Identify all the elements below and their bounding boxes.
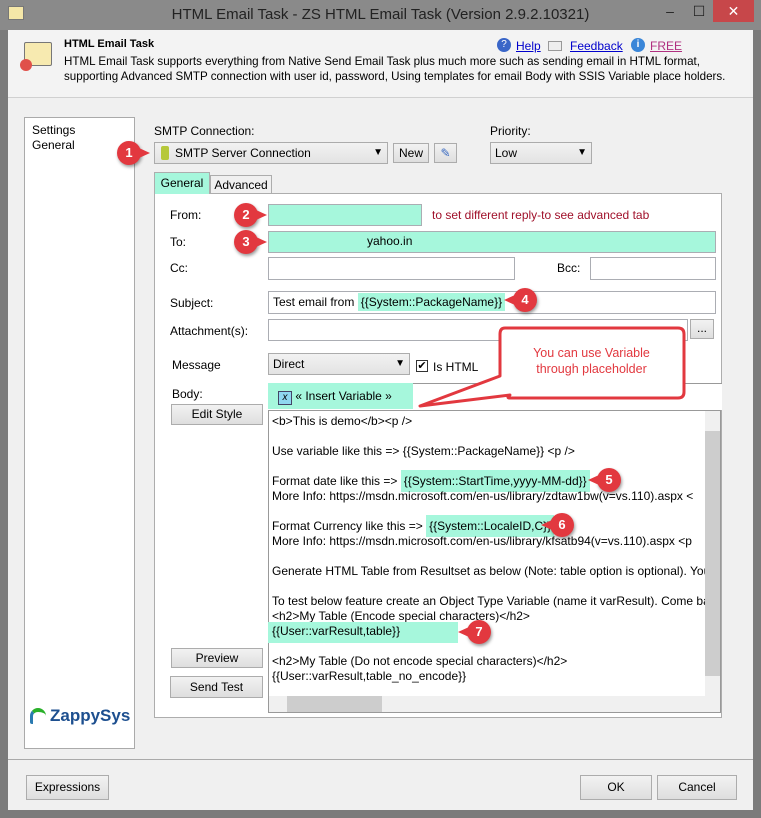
badge-1: 1 bbox=[117, 141, 150, 165]
badge-4: 4 bbox=[504, 288, 537, 312]
callout-text: You can use Variable through placeholder bbox=[500, 345, 683, 377]
minimize-button[interactable]: – bbox=[655, 0, 685, 22]
bcc-input[interactable] bbox=[590, 257, 716, 280]
tab-advanced[interactable]: Advanced bbox=[210, 175, 272, 194]
body-variable-table: {{User::varResult,table}} bbox=[268, 622, 458, 643]
body-line: Generate HTML Table from Resultset as be… bbox=[272, 564, 711, 578]
window-title: HTML Email Task - ZS HTML Email Task (Ve… bbox=[171, 6, 590, 23]
zappysys-logo-icon bbox=[30, 708, 46, 724]
tab-general[interactable]: General bbox=[154, 172, 210, 194]
smtp-connection-combo[interactable]: SMTP Server Connection ▼ bbox=[154, 142, 388, 164]
maximize-button[interactable]: ☐ bbox=[684, 0, 714, 22]
smtp-connection-value: SMTP Server Connection bbox=[175, 146, 311, 160]
sidebar-item-general[interactable]: General bbox=[32, 138, 75, 152]
smtp-connection-label: SMTP Connection: bbox=[154, 124, 255, 138]
to-value: yahoo.in bbox=[367, 234, 413, 248]
vertical-scroll-thumb[interactable] bbox=[705, 431, 720, 676]
from-hint: to set different reply-to see advanced t… bbox=[432, 208, 650, 222]
body-line: {{User::varResult,table_no_encode}} bbox=[272, 669, 467, 683]
header-description-2: supporting Advanced SMTP connection with… bbox=[64, 70, 726, 83]
help-link[interactable]: Help bbox=[516, 39, 541, 53]
body-line: To test below feature create an Object T… bbox=[272, 594, 716, 608]
edit-icon: ✎ bbox=[440, 146, 451, 160]
vertical-scrollbar[interactable] bbox=[705, 411, 720, 696]
insert-variable-button[interactable]: x « Insert Variable » bbox=[268, 383, 413, 409]
html-email-icon bbox=[20, 42, 52, 71]
preview-button[interactable]: Preview bbox=[171, 648, 263, 668]
badge-2: 2 bbox=[234, 203, 267, 227]
body-line: More Info: https://msdn.microsoft.com/en… bbox=[272, 489, 694, 503]
send-test-button[interactable]: Send Test bbox=[170, 676, 263, 698]
subject-label: Subject: bbox=[170, 296, 214, 310]
from-label: From: bbox=[170, 208, 202, 222]
header-title: HTML Email Task bbox=[64, 38, 155, 50]
chevron-down-icon: ▼ bbox=[577, 147, 587, 158]
priority-label: Priority: bbox=[490, 124, 531, 138]
body-label: Body: bbox=[172, 387, 203, 401]
body-line: <b>This is demo</b><p /> bbox=[272, 414, 413, 428]
edit-style-button[interactable]: Edit Style bbox=[171, 404, 263, 425]
close-button[interactable]: ✕ bbox=[713, 0, 754, 22]
badge-7: 7 bbox=[458, 620, 491, 644]
insert-variable-label: « Insert Variable » bbox=[295, 389, 392, 403]
body-line: Format date like this => bbox=[272, 474, 401, 488]
subject-variable: {{System::PackageName}} bbox=[357, 293, 506, 311]
variable-icon: x bbox=[278, 391, 292, 405]
server-icon bbox=[161, 146, 169, 160]
message-label: Message bbox=[172, 358, 221, 372]
chevron-down-icon: ▼ bbox=[395, 358, 405, 369]
cancel-button[interactable]: Cancel bbox=[657, 775, 737, 800]
bcc-label: Bcc: bbox=[557, 261, 581, 275]
sidebar-item-settings[interactable]: Settings bbox=[32, 123, 75, 137]
callout-line-1: You can use Variable bbox=[533, 346, 650, 360]
priority-value: Low bbox=[495, 146, 518, 160]
cc-label: Cc: bbox=[170, 261, 188, 275]
feedback-link[interactable]: Feedback bbox=[570, 39, 623, 53]
badge-5: 5 bbox=[588, 468, 621, 492]
sidebar bbox=[24, 117, 135, 749]
to-input[interactable]: yahoo.in bbox=[268, 231, 716, 253]
edit-connection-button[interactable]: ✎ bbox=[434, 143, 457, 163]
badge-6: 6 bbox=[541, 513, 574, 537]
subject-input[interactable]: Test email from {{System::PackageName}} bbox=[268, 291, 716, 314]
body-line: More Info: https://msdn.microsoft.com/en… bbox=[272, 534, 692, 548]
to-label: To: bbox=[170, 235, 187, 249]
message-combo[interactable]: Direct ▼ bbox=[268, 353, 410, 375]
footer-divider bbox=[8, 759, 753, 760]
body-line: Format Currency like this => bbox=[272, 519, 427, 533]
message-value: Direct bbox=[273, 357, 305, 371]
callout-line-2: through placeholder bbox=[536, 362, 647, 376]
attachment-label: Attachment(s): bbox=[170, 324, 249, 338]
header-description-1: HTML Email Task supports everything from… bbox=[64, 55, 700, 68]
cc-input[interactable] bbox=[268, 257, 515, 280]
body-line: Use variable like this => {{System::Pack… bbox=[272, 444, 575, 458]
priority-combo[interactable]: Low ▼ bbox=[490, 142, 592, 164]
help-icon: ? bbox=[497, 38, 511, 52]
logo-text: ZappySys bbox=[50, 706, 131, 725]
horizontal-scroll-thumb[interactable] bbox=[287, 696, 382, 712]
free-link[interactable]: FREE bbox=[650, 39, 682, 53]
badge-3: 3 bbox=[234, 230, 267, 254]
zappysys-logo: ZappySys bbox=[50, 706, 130, 726]
body-line: <h2>My Table (Do not encode special char… bbox=[272, 654, 568, 668]
ok-button[interactable]: OK bbox=[580, 775, 652, 800]
info-icon: i bbox=[631, 38, 645, 52]
mail-icon bbox=[548, 41, 562, 51]
from-input[interactable] bbox=[268, 204, 422, 226]
subject-text: Test email from bbox=[273, 295, 358, 309]
horizontal-scrollbar[interactable] bbox=[269, 696, 720, 712]
chevron-down-icon: ▼ bbox=[373, 147, 383, 158]
new-connection-button[interactable]: New bbox=[393, 143, 429, 163]
expressions-button[interactable]: Expressions bbox=[26, 775, 109, 800]
